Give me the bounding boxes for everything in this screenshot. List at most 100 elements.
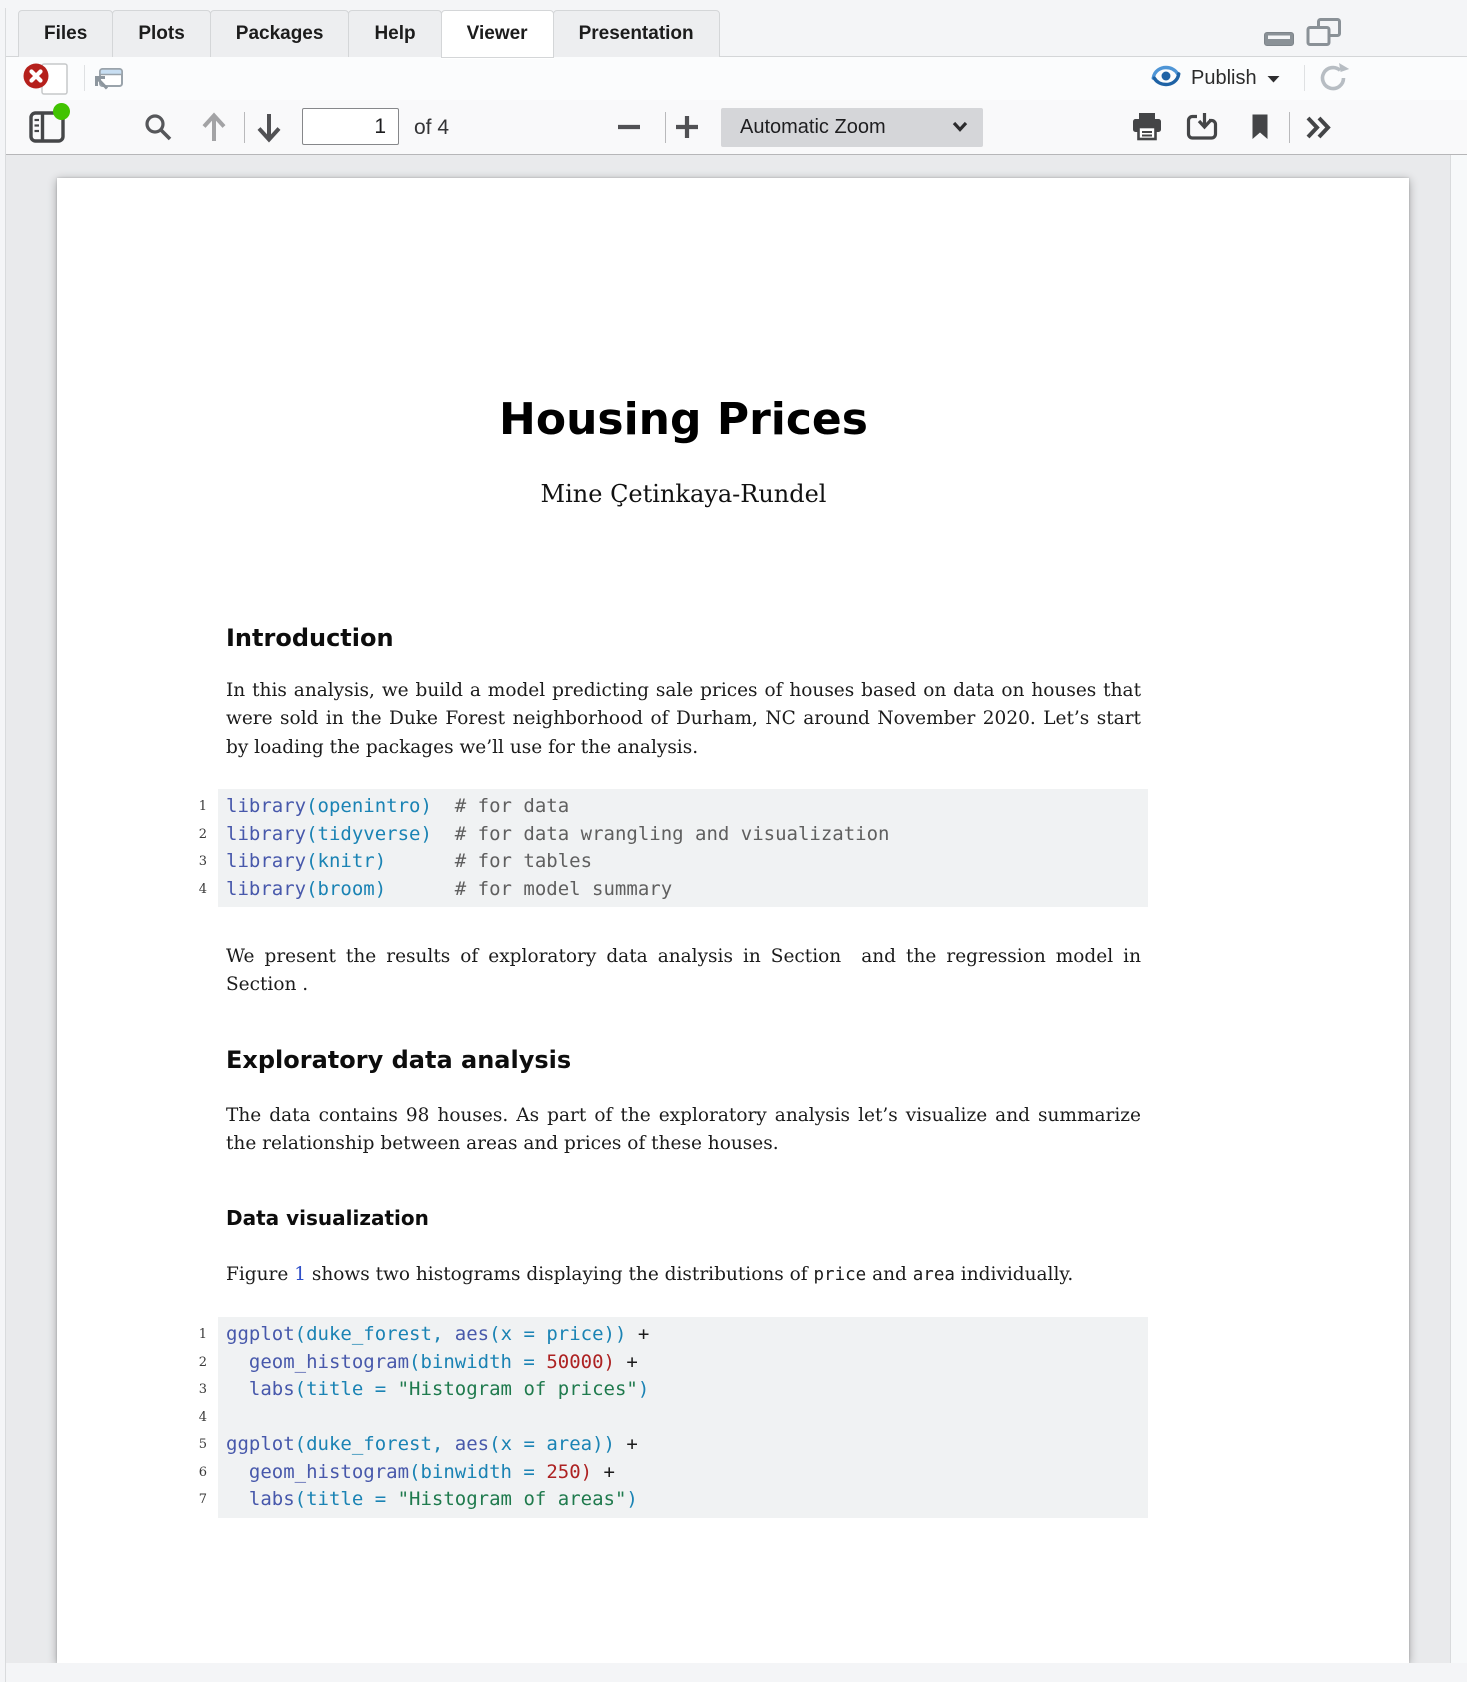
- line-number: 4: [187, 1404, 218, 1432]
- minimize-pane-button[interactable]: [1264, 32, 1294, 51]
- previous-page-button[interactable]: [200, 111, 228, 149]
- bookmark-icon: [1250, 128, 1270, 145]
- tab-help[interactable]: Help: [348, 10, 441, 58]
- maximize-icon: [1306, 35, 1342, 52]
- text-token: library: [226, 850, 306, 872]
- paragraph-figure-reference: Figure 1 shows two histograms displaying…: [226, 1261, 1141, 1289]
- tab-presentation[interactable]: Presentation: [553, 10, 720, 58]
- document-author: Mine Çetinkaya-Rundel: [226, 479, 1141, 509]
- close-viewer-button[interactable]: [22, 61, 72, 102]
- tab-label: Presentation: [579, 23, 694, 45]
- figure-link[interactable]: 1: [294, 1264, 306, 1285]
- publish-dropdown-caret-icon[interactable]: [1267, 70, 1280, 88]
- code-block-histograms: 1ggplot(duke_forest, aes(x = price)) +2 …: [218, 1317, 1148, 1518]
- line-number: 1: [187, 1321, 218, 1349]
- line-number: 1: [187, 793, 218, 821]
- text-token: +: [615, 1351, 638, 1373]
- pdf-viewer-area: Housing Prices Mine Çetinkaya-Rundel Int…: [6, 155, 1467, 1663]
- text-token: (binwidth =: [409, 1461, 546, 1483]
- zoom-out-button[interactable]: [616, 114, 642, 145]
- code-text: [218, 1404, 1148, 1432]
- code-line: 5ggplot(duke_forest, aes(x = area)) +: [218, 1431, 1148, 1459]
- zoom-in-button[interactable]: [674, 114, 700, 145]
- text-token: (tidyverse): [306, 823, 432, 845]
- viewer-toolbar: Publish: [6, 57, 1467, 101]
- tab-label: Files: [44, 23, 87, 45]
- tab-packages[interactable]: Packages: [210, 10, 350, 58]
- more-tools-button[interactable]: [1304, 115, 1334, 145]
- arrow-down-icon: [255, 131, 283, 148]
- tab-files[interactable]: Files: [18, 10, 113, 58]
- text-token: ): [626, 1488, 637, 1510]
- text-token: labs: [249, 1378, 295, 1400]
- text-token: ggplot: [226, 1433, 295, 1455]
- text-token: [226, 1378, 249, 1400]
- text-token: shows two histograms displaying the dist…: [306, 1264, 814, 1285]
- tab-label: Viewer: [467, 23, 528, 45]
- page-number-input[interactable]: [302, 108, 399, 145]
- arrow-up-icon: [200, 131, 228, 148]
- text-token: # for data wrangling and visualization: [432, 823, 890, 845]
- maximize-pane-button[interactable]: [1306, 18, 1342, 53]
- text-token: aes: [455, 1323, 489, 1345]
- text-token: +: [592, 1461, 615, 1483]
- paragraph-sections-reference: We present the results of exploratory da…: [226, 943, 1141, 1000]
- code-text: library(knitr) # for tables: [218, 848, 1148, 876]
- document-title: Housing Prices: [226, 393, 1141, 447]
- publish-button[interactable]: Publish: [1149, 63, 1280, 94]
- text-token: library: [226, 823, 306, 845]
- code-text: library(broom) # for model summary: [218, 876, 1148, 904]
- chevron-down-icon: [952, 119, 968, 137]
- text-token: 50000: [546, 1351, 603, 1373]
- line-number: 2: [187, 821, 218, 849]
- text-token: library: [226, 878, 306, 900]
- zoom-select-value: Automatic Zoom: [721, 116, 952, 139]
- tab-viewer[interactable]: Viewer: [441, 10, 554, 58]
- zoom-select[interactable]: Automatic Zoom: [721, 108, 983, 147]
- text-token: 250: [546, 1461, 580, 1483]
- text-token: aes: [455, 1433, 489, 1455]
- text-token: (broom): [306, 878, 386, 900]
- subsection-heading-dataviz: Data visualization: [226, 1204, 1141, 1232]
- pdf-toolbar: of 4 Automatic Zoom: [6, 100, 1467, 155]
- next-page-button[interactable]: [255, 111, 283, 149]
- code-line: 7 labs(title = "Histogram of areas"): [218, 1486, 1148, 1514]
- popout-icon: [94, 79, 124, 96]
- line-number: 2: [187, 1349, 218, 1377]
- text-token: (x = price)): [489, 1323, 626, 1345]
- open-in-new-window-button[interactable]: [94, 65, 124, 97]
- pdf-page: Housing Prices Mine Çetinkaya-Rundel Int…: [57, 178, 1409, 1663]
- text-token: +: [615, 1433, 638, 1455]
- code-text: ggplot(duke_forest, aes(x = price)) +: [218, 1321, 1148, 1349]
- line-number: 7: [187, 1486, 218, 1514]
- double-chevron-right-icon: [1304, 127, 1334, 144]
- viewer-scrollbar[interactable]: [1450, 155, 1467, 1663]
- notification-dot: [53, 103, 70, 120]
- text-token: geom_histogram: [249, 1351, 409, 1373]
- line-number: 3: [187, 1376, 218, 1404]
- line-number: 4: [187, 876, 218, 904]
- text-token: ): [581, 1461, 592, 1483]
- paragraph-eda: The data contains 98 houses. As part of …: [226, 1102, 1141, 1159]
- refresh-button[interactable]: [1316, 61, 1350, 100]
- pane-tabbar: Files Plots Packages Help Viewer Present…: [6, 0, 1467, 57]
- code-line: 6 geom_histogram(binwidth = 250) +: [218, 1459, 1148, 1487]
- refresh-icon: [1316, 82, 1350, 99]
- line-number: 5: [187, 1431, 218, 1459]
- print-button[interactable]: [1131, 112, 1163, 147]
- download-button[interactable]: [1186, 112, 1218, 147]
- text-token: (knitr): [306, 850, 386, 872]
- tab-plots[interactable]: Plots: [112, 10, 210, 58]
- tab-label: Plots: [138, 23, 184, 45]
- text-token: price: [814, 1265, 867, 1285]
- minus-icon: [616, 127, 642, 144]
- page-count-label: of 4: [414, 100, 449, 155]
- toolbar-separator: [84, 65, 85, 91]
- find-button[interactable]: [143, 112, 173, 147]
- code-line: 2library(tidyverse) # for data wrangling…: [218, 821, 1148, 849]
- current-view-bookmark-button[interactable]: [1250, 113, 1270, 146]
- tab-label: Packages: [236, 23, 324, 45]
- download-icon: [1186, 129, 1218, 146]
- text-token: # for model summary: [386, 878, 672, 900]
- code-text: ggplot(duke_forest, aes(x = area)) +: [218, 1431, 1148, 1459]
